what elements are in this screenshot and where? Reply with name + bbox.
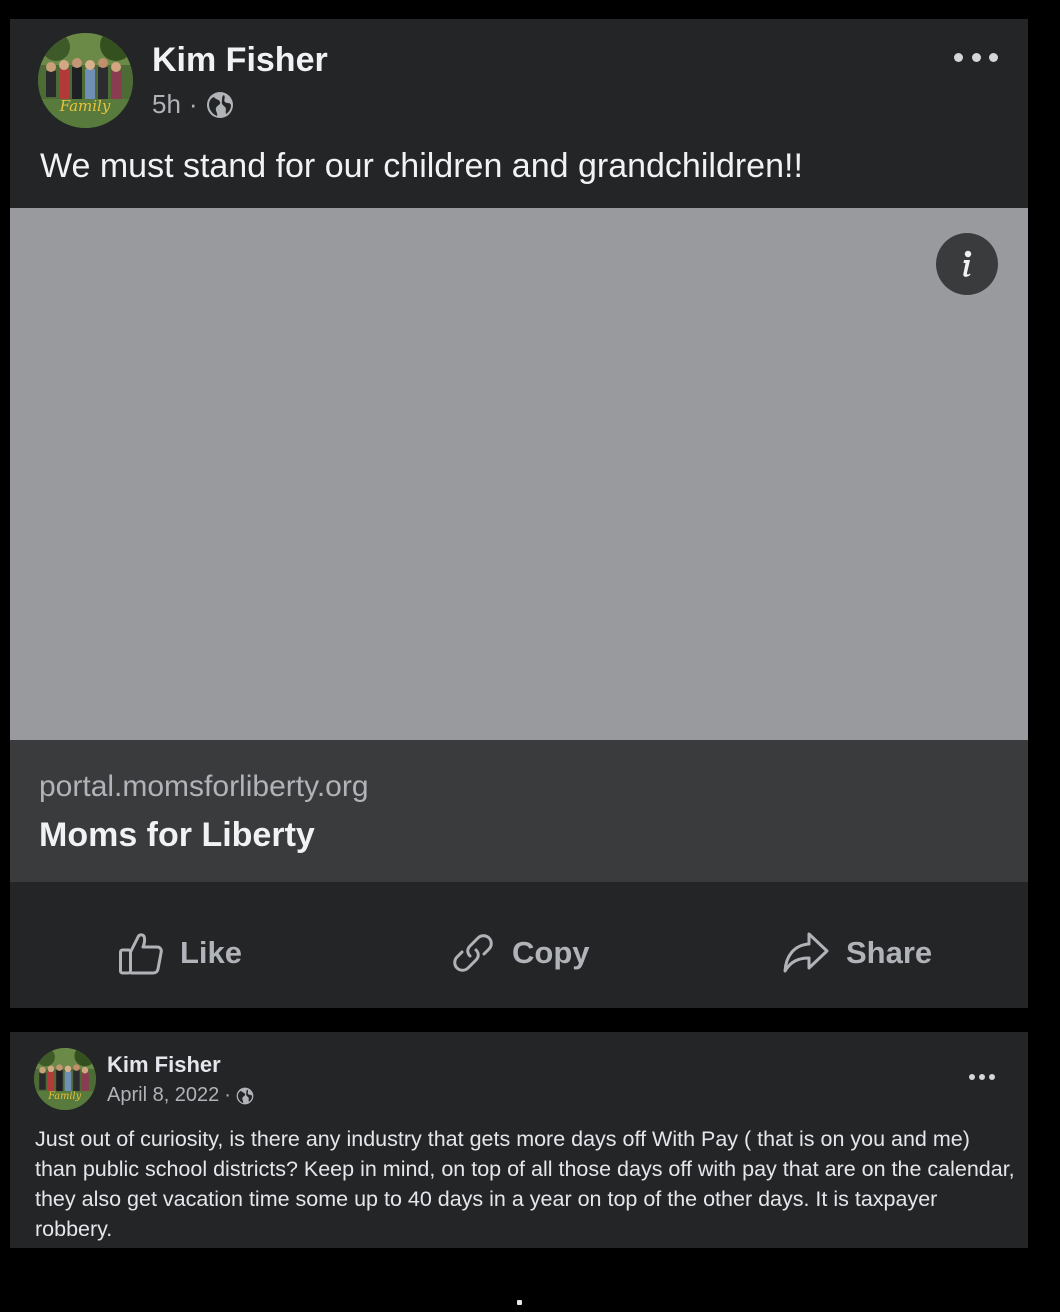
info-button[interactable] [936, 233, 998, 295]
post-time[interactable]: 5h [152, 89, 181, 120]
avatar-photo: Family [34, 1048, 96, 1110]
svg-text:Family: Family [59, 97, 111, 115]
post-meta: 5h · [152, 89, 234, 120]
copy-button[interactable]: Copy [450, 928, 590, 978]
more-options-button[interactable] [954, 45, 998, 69]
link-title: Moms for Liberty [39, 816, 315, 854]
link-preview-image[interactable] [10, 208, 1028, 740]
avatar[interactable]: Family [34, 1048, 96, 1110]
meta-separator: · [188, 89, 198, 119]
svg-text:Family: Family [47, 1091, 81, 1102]
link-preview-caption[interactable]: portal.momsforliberty.org Moms for Liber… [10, 740, 1028, 882]
thumbs-up-icon [119, 933, 163, 975]
post-card: Family Kim Fisher 5h · We must stand for… [10, 19, 1028, 1008]
share-label: Share [846, 935, 933, 970]
post-header: Family Kim Fisher 5h · We must stand for… [10, 19, 1028, 208]
meta-separator: · [224, 1084, 231, 1106]
author-name[interactable]: Kim Fisher [152, 41, 328, 80]
post-meta: April 8, 2022 · [107, 1084, 254, 1107]
embedded-post-card: Family Kim Fisher April 8, 2022 · Just o… [10, 1032, 1028, 1248]
more-horizontal-icon [969, 1074, 975, 1080]
link-icon [453, 934, 493, 972]
divider-dot [517, 1300, 522, 1305]
more-options-button[interactable] [969, 1072, 995, 1082]
copy-label: Copy [512, 935, 590, 970]
author-name[interactable]: Kim Fisher [107, 1052, 221, 1078]
more-horizontal-icon [954, 52, 963, 62]
post-action-bar: Like Copy Share [10, 882, 1028, 1002]
link-domain: portal.momsforliberty.org [39, 770, 369, 803]
post-date[interactable]: April 8, 2022 [107, 1084, 219, 1107]
avatar[interactable]: Family [38, 33, 133, 128]
post-text: We must stand for our children and grand… [40, 147, 803, 185]
globe-icon [236, 1087, 254, 1104]
globe-icon [206, 91, 233, 118]
info-icon [963, 250, 972, 277]
avatar-photo: Family [38, 33, 133, 128]
like-label: Like [180, 935, 243, 970]
like-button[interactable]: Like [118, 928, 242, 978]
share-button[interactable]: Share [782, 928, 932, 978]
share-arrow-icon [783, 932, 829, 973]
post-text: Just out of curiosity, is there any indu… [35, 1127, 1015, 1241]
